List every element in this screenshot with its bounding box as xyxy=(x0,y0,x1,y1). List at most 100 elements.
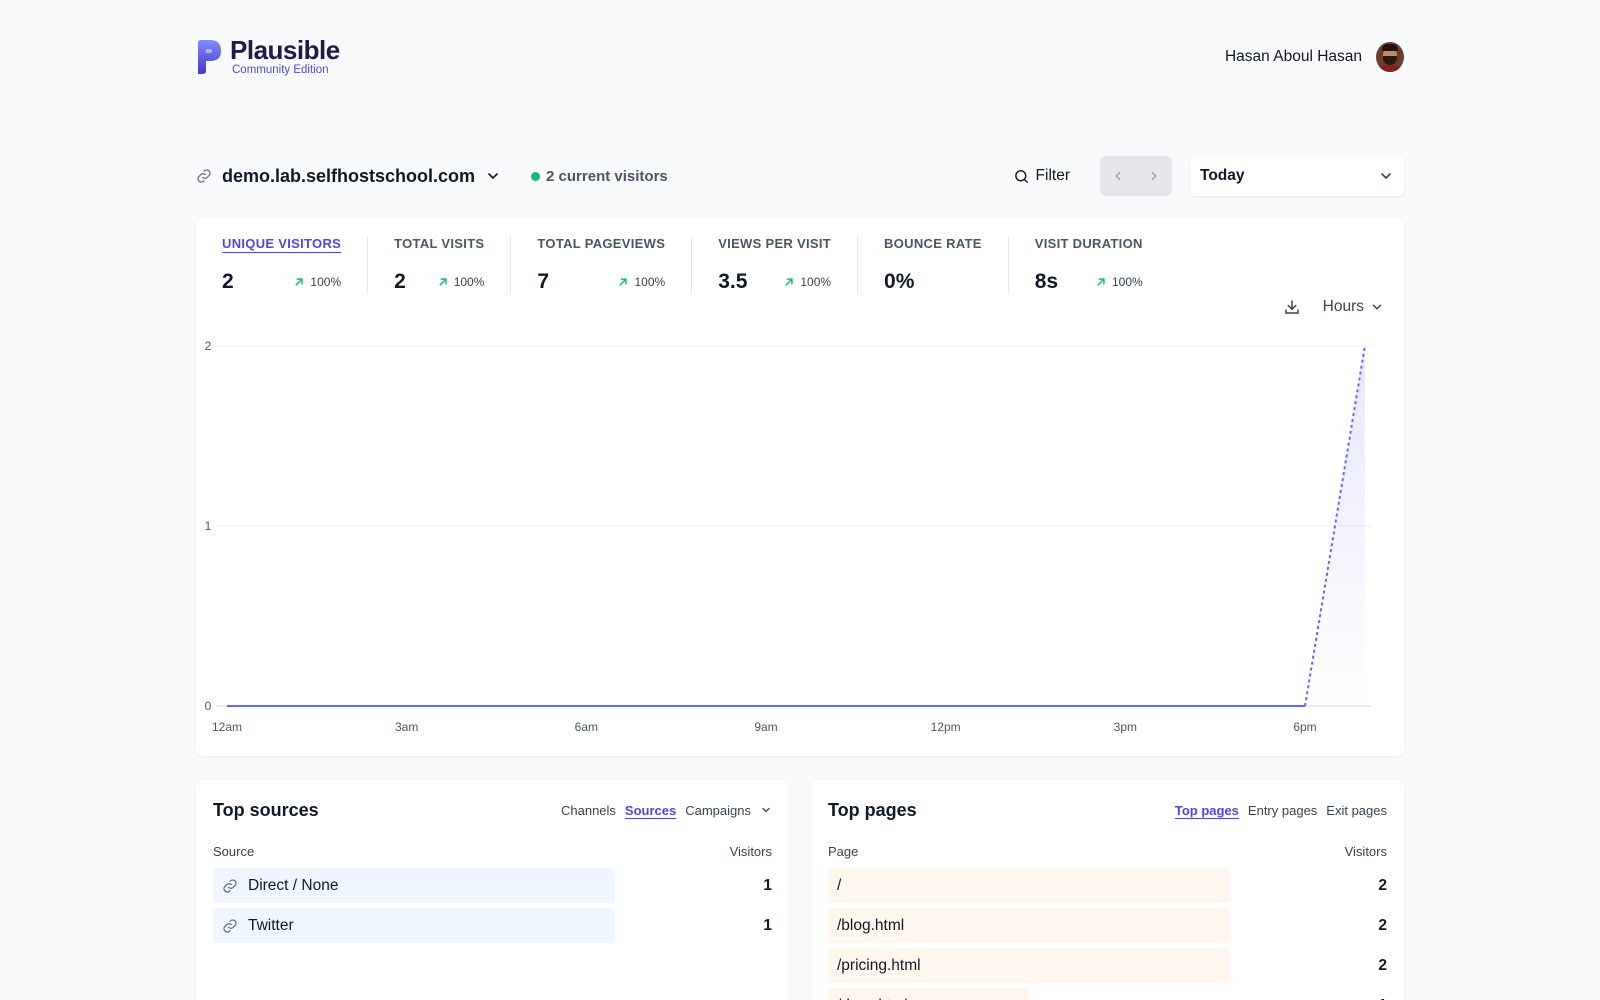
x-tick-label: 3pm xyxy=(1114,720,1137,734)
row-label-text: Direct / None xyxy=(248,876,339,894)
interval-label: Hours xyxy=(1322,298,1364,315)
chevron-down-icon[interactable] xyxy=(760,804,772,816)
brand-name: Plausible xyxy=(230,35,340,65)
list-item[interactable]: /docs.html 1 xyxy=(828,988,1387,1000)
stat-bounce-rate[interactable]: BOUNCE RATE 0% xyxy=(858,236,1009,294)
stat-views-per-visit[interactable]: VIEWS PER VISIT 3.5 100% xyxy=(692,236,859,294)
period-arrows xyxy=(1100,156,1172,196)
user-avatar[interactable] xyxy=(1376,42,1404,72)
stats-row: UNIQUE VISITORS 2 100% TOTAL VISITS 2 10… xyxy=(196,236,1169,296)
list-item[interactable]: /blog.html 2 xyxy=(828,908,1387,943)
row-label: Direct / None xyxy=(213,877,338,895)
sources-list: Direct / None 1 Twitter 1 xyxy=(213,868,772,943)
y-tick-label: 2 xyxy=(205,339,212,353)
stat-value: 0% xyxy=(884,270,915,293)
row-label: / xyxy=(828,877,841,895)
arrow-up-right-icon xyxy=(616,275,630,289)
row-label: Twitter xyxy=(213,917,294,935)
chart-tools: Hours xyxy=(1283,298,1384,316)
chevron-down-icon xyxy=(1381,173,1391,180)
list-item[interactable]: Direct / None 1 xyxy=(213,868,772,903)
stat-change-value: 100% xyxy=(453,275,485,289)
pages-list: /2/blog.html2/pricing.html2/docs.html1 xyxy=(828,868,1387,1000)
stat-change-value: 100% xyxy=(310,275,342,289)
pages-tabs: Top pages Entry pages Exit pages xyxy=(1175,803,1387,818)
stat-change-value: 100% xyxy=(1111,275,1143,289)
link-icon xyxy=(196,168,212,184)
user-name: Hasan Aboul Hasan xyxy=(1224,48,1362,65)
period-label: Today xyxy=(1200,167,1245,184)
interval-picker[interactable]: Hours xyxy=(1323,298,1384,316)
column-header-visitors: Visitors xyxy=(1344,844,1387,859)
site-switcher-chevron-down-icon[interactable] xyxy=(485,168,501,184)
current-visitors[interactable]: 2 current visitors xyxy=(531,168,668,185)
period-picker[interactable]: Today xyxy=(1190,156,1404,196)
row-label: /blog.html xyxy=(828,917,904,935)
chevron-left-icon xyxy=(1115,171,1121,181)
brand-edition: Community Edition xyxy=(232,64,329,76)
plausible-logo[interactable]: Plausible Community Edition xyxy=(196,37,340,77)
list-item[interactable]: /2 xyxy=(828,868,1387,903)
user-menu[interactable]: Hasan Aboul Hasan xyxy=(1225,42,1404,72)
top-pages-panel: Top pages Top pages Entry pages Exit pag… xyxy=(811,780,1404,1000)
stat-label: VISIT DURATION xyxy=(1034,236,1143,251)
stat-change: 100% xyxy=(270,275,341,289)
row-value: 1 xyxy=(763,876,772,894)
tab-top-pages[interactable]: Top pages xyxy=(1175,803,1239,818)
stat-change: 100% xyxy=(594,275,665,289)
row-label: /pricing.html xyxy=(828,957,921,975)
tab-channels[interactable]: Channels xyxy=(561,803,616,818)
arrow-up-right-icon xyxy=(436,275,450,289)
stat-label: UNIQUE VISITORS xyxy=(222,236,342,251)
previous-period-button[interactable] xyxy=(1100,156,1136,196)
stat-unique-visitors[interactable]: UNIQUE VISITORS 2 100% xyxy=(196,236,369,294)
row-value: 2 xyxy=(1378,876,1387,894)
tab-entry-pages[interactable]: Entry pages xyxy=(1248,803,1317,818)
row-value: 1 xyxy=(763,916,772,934)
tab-sources[interactable]: Sources xyxy=(625,803,676,818)
column-header-page: Page xyxy=(828,844,859,859)
chevron-right-icon xyxy=(1151,171,1157,181)
arrow-up-right-icon xyxy=(292,275,306,289)
row-label: /docs.html xyxy=(828,997,908,1000)
x-tick-label: 12am xyxy=(212,720,242,734)
stat-value: 8s xyxy=(1034,270,1059,293)
x-tick-label: 6pm xyxy=(1293,720,1316,734)
arrow-up-right-icon xyxy=(1094,275,1108,289)
site-domain[interactable]: demo.lab.selfhostschool.com xyxy=(222,166,475,187)
stat-value: 7 xyxy=(537,270,550,293)
stat-total-visits[interactable]: TOTAL VISITS 2 100% xyxy=(368,236,512,294)
row-label-text: /blog.html xyxy=(837,916,905,934)
filter-label: Filter xyxy=(1035,167,1070,184)
stat-change: 100% xyxy=(760,275,831,289)
x-tick-label: 9am xyxy=(754,720,777,734)
column-header-source: Source xyxy=(213,844,255,859)
list-item[interactable]: Twitter 1 xyxy=(213,908,772,943)
stat-visit-duration[interactable]: VISIT DURATION 8s 100% xyxy=(1009,236,1169,294)
stat-label: TOTAL PAGEVIEWS xyxy=(537,236,666,251)
stat-label: TOTAL VISITS xyxy=(394,236,485,251)
x-tick-label: 6am xyxy=(575,720,598,734)
download-icon[interactable] xyxy=(1283,298,1301,316)
list-item[interactable]: /pricing.html 2 xyxy=(828,948,1387,983)
link-icon xyxy=(223,918,237,933)
stat-label: BOUNCE RATE xyxy=(884,236,982,251)
bottom-panels: Top sources Channels Sources Campaigns S… xyxy=(196,780,1404,1000)
stat-total-pageviews[interactable]: TOTAL PAGEVIEWS 7 100% xyxy=(511,236,693,294)
y-tick-label: 0 xyxy=(205,699,212,713)
row-label-text: / xyxy=(837,876,842,894)
stat-value: 2 xyxy=(222,270,234,293)
chevron-down-icon xyxy=(1372,304,1382,310)
tab-campaigns[interactable]: Campaigns xyxy=(685,803,751,818)
plausible-logo-icon xyxy=(198,40,221,74)
x-tick-label: 3am xyxy=(395,720,418,734)
tab-exit-pages[interactable]: Exit pages xyxy=(1326,803,1387,818)
current-visitors-label: 2 current visitors xyxy=(546,167,668,185)
row-bar xyxy=(828,868,1230,903)
filter-button[interactable]: Filter xyxy=(1013,167,1070,185)
row-value: 2 xyxy=(1378,916,1387,934)
next-period-button[interactable] xyxy=(1136,156,1172,196)
row-value: 2 xyxy=(1378,956,1387,974)
row-label-text: /pricing.html xyxy=(837,956,921,974)
sources-tabs: Channels Sources Campaigns xyxy=(561,803,772,818)
